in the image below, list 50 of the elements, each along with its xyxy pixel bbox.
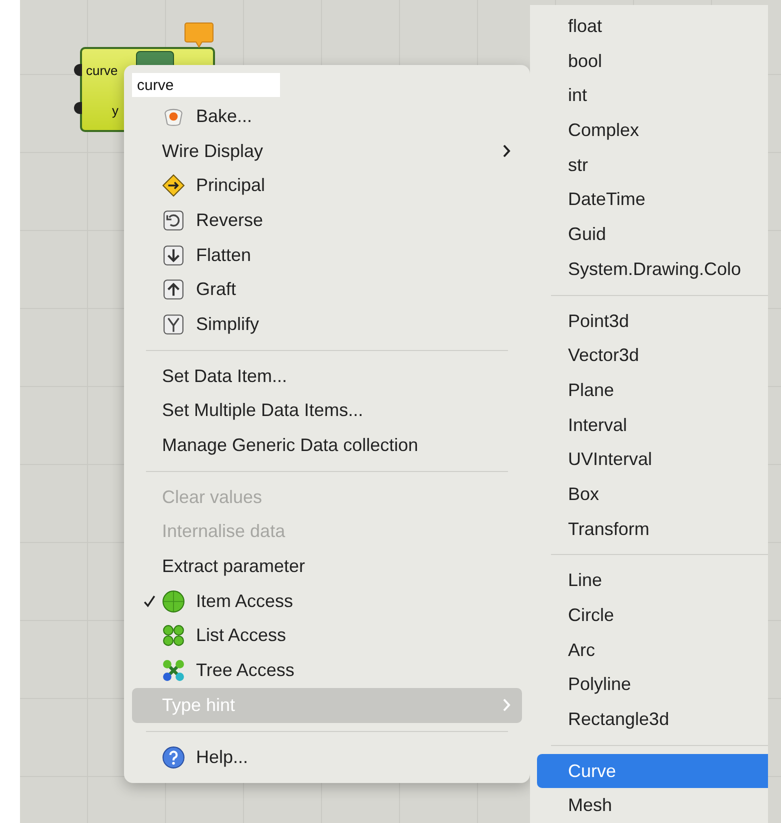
menu-item[interactable]: UVInterval: [537, 442, 768, 477]
menu-item[interactable]: Plane: [537, 372, 768, 408]
help-icon: [162, 746, 185, 769]
menu-item[interactable]: Reverse: [132, 203, 522, 238]
menu-item[interactable]: Guid: [537, 217, 768, 252]
menu-item[interactable]: Transform: [537, 512, 768, 546]
input-grip[interactable]: [74, 102, 82, 114]
menu-item[interactable]: str: [537, 148, 768, 182]
node-label: y: [112, 103, 118, 118]
menu-item[interactable]: Circle: [537, 598, 768, 633]
input-grip[interactable]: [74, 64, 82, 76]
menu-item[interactable]: DateTime: [537, 182, 768, 218]
menu-item[interactable]: Point3d: [537, 304, 768, 338]
menu-item[interactable]: Principal: [132, 168, 522, 204]
four-dots-icon: [162, 624, 185, 648]
menu-item[interactable]: int: [537, 78, 768, 114]
node-label: curve: [86, 63, 118, 78]
menu-item[interactable]: Bake...: [132, 99, 522, 134]
diamond-arrow-icon: [162, 174, 185, 198]
search-field[interactable]: curve: [132, 73, 280, 97]
menu-item[interactable]: Rectangle3d: [537, 702, 768, 737]
menu-item[interactable]: Complex: [537, 113, 768, 148]
menu-item[interactable]: Extract parameter: [132, 549, 522, 584]
menu-item[interactable]: Line: [537, 563, 768, 598]
menu-item[interactable]: Polyline: [537, 667, 768, 702]
menu-item[interactable]: List Access: [132, 618, 522, 654]
tree-nodes-icon: [162, 659, 185, 682]
funnel-icon: [162, 312, 185, 336]
menu-item[interactable]: Wire Display: [132, 134, 522, 168]
menu-item[interactable]: Graft: [132, 272, 522, 308]
menu-item[interactable]: Help...: [132, 740, 522, 774]
menu-item[interactable]: Mesh: [537, 788, 768, 823]
menu-item[interactable]: Arc: [537, 632, 768, 668]
menu-item[interactable]: Set Multiple Data Items...: [132, 394, 522, 428]
menu-item[interactable]: Tree Access: [132, 653, 522, 688]
menu-item[interactable]: Vector3d: [537, 338, 768, 373]
message-balloon-icon: [184, 22, 214, 50]
menu-item[interactable]: bool: [537, 44, 768, 78]
menu-item[interactable]: Flatten: [132, 238, 522, 272]
menu-item[interactable]: Simplify: [132, 307, 522, 342]
menu-item[interactable]: System.Drawing.Colo: [537, 252, 768, 286]
reverse-icon: [162, 208, 185, 232]
sphere-icon: [162, 590, 185, 613]
menu-item[interactable]: Interval: [537, 408, 768, 442]
menu-item[interactable]: Curve: [537, 754, 768, 788]
menu-item[interactable]: Set Data Item...: [132, 358, 522, 394]
menu-item[interactable]: float: [537, 9, 768, 44]
menu-item[interactable]: Manage Generic Data collection: [132, 428, 522, 463]
menu-item[interactable]: Box: [537, 476, 768, 512]
menu-item[interactable]: Item Access: [132, 584, 522, 619]
